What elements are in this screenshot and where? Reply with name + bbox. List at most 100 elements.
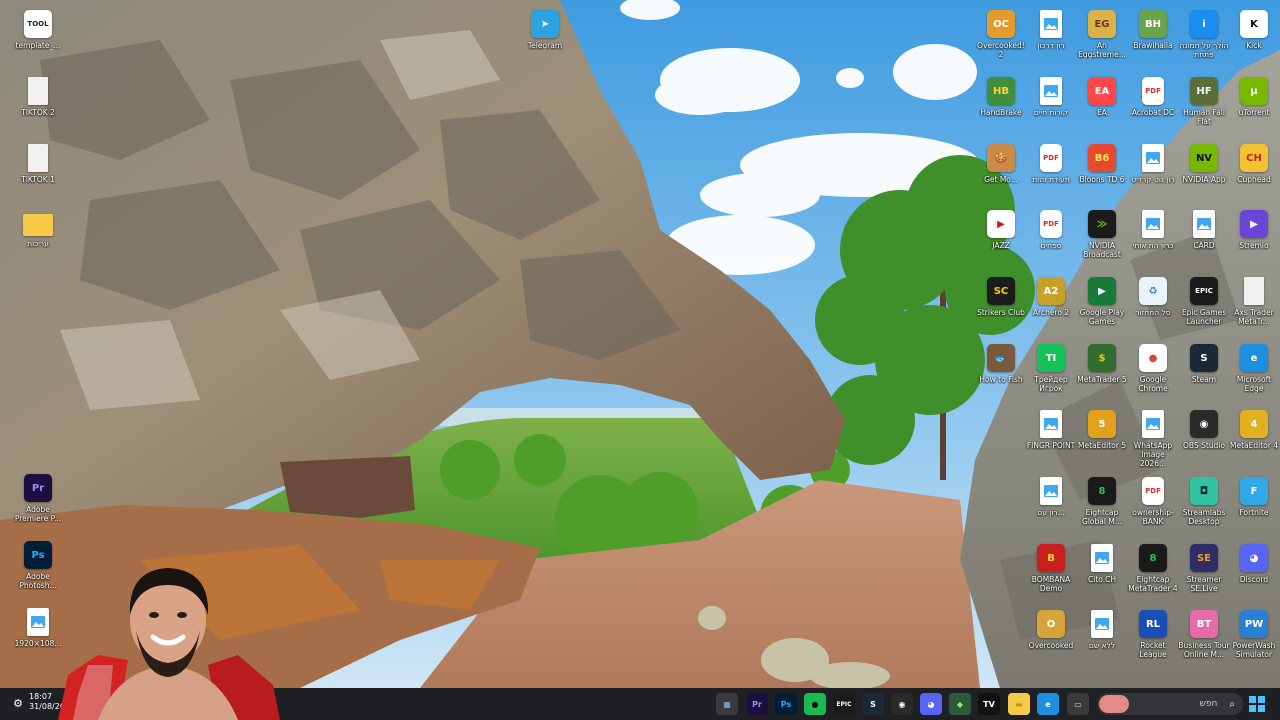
desktop-icon-premiere[interactable]: Pr Adobe Premiere P...: [12, 468, 64, 534]
desktop-icon-template[interactable]: TOOL template_...: [12, 4, 64, 70]
taskbar-app-explorer-icon[interactable]: ▬: [1008, 693, 1030, 715]
desktop-icon-fortnite[interactable]: F Fortnite: [1228, 471, 1280, 537]
desktop-icon-brawlhalla[interactable]: BH Brawlhalla: [1127, 4, 1179, 70]
pdf1-glyph: PDF: [1043, 154, 1059, 162]
desktop-icon-fingerpoint[interactable]: FINGR POINT: [1025, 404, 1077, 470]
taskbar-app-obs-icon[interactable]: ◉: [891, 693, 913, 715]
desktop-icon-overcooked[interactable]: O Overcooked: [1025, 604, 1077, 670]
desktop-icon-photoshop[interactable]: Ps Adobe Photosh...: [12, 535, 64, 601]
desktop-icon-recycle[interactable]: ♻ סל המחזור: [1127, 271, 1179, 337]
desktop-icon-jazz[interactable]: ▶ JAZZ: [975, 204, 1027, 270]
taskbar-app-photoshop-icon[interactable]: Ps: [775, 693, 797, 715]
trader-glyph: TI: [1045, 352, 1057, 364]
desktop-icon-streamerbot[interactable]: SE Streamer SE.Live: [1178, 538, 1230, 604]
desktop-icon-nvbroadcast[interactable]: ≫ NVIDIA Broadcast: [1076, 204, 1128, 270]
desktop-icon-steam[interactable]: S Steam: [1178, 338, 1230, 404]
folder-icon: [23, 214, 53, 236]
taskbar-app-steam-icon[interactable]: S: [862, 693, 884, 715]
desktop-icon-label: NVIDIA App: [1182, 175, 1226, 184]
desktop-icon-doc2[interactable]: קורות חיים: [1025, 71, 1077, 137]
desktop-icon-cuphead[interactable]: CH Cuphead: [1228, 138, 1280, 204]
desktop-icon-axs[interactable]: Axs Trader MetaTr...: [1228, 271, 1280, 337]
desktop-icon-epic[interactable]: EPIC Epic Games Launcher: [1178, 271, 1230, 337]
taskbar-app-spotify-icon[interactable]: ●: [804, 693, 826, 715]
desktop-icon-label: Kick: [1246, 41, 1262, 50]
desktop-icon-powerwash[interactable]: PW PowerWash Simulator: [1228, 604, 1280, 670]
desktop-icon-metaeditor5[interactable]: 5 MetaEditor 5: [1076, 404, 1128, 470]
start-button[interactable]: [1249, 696, 1265, 712]
taskbar-app-edge-icon[interactable]: e: [1037, 693, 1059, 715]
epic-glyph: EPIC: [1195, 287, 1213, 295]
desktop-icon-label: TIKTOK 1: [21, 175, 55, 184]
taskbar-app-app13-icon[interactable]: ▭: [1067, 693, 1089, 715]
desktop-icon-doc7[interactable]: ללא שם: [1076, 604, 1128, 670]
desktop-icon-bloons[interactable]: B6 Bloons TD 6: [1076, 138, 1128, 204]
desktop-icon-egg[interactable]: EG An Eggstreme...: [1076, 4, 1128, 70]
desktop-icon-card[interactable]: CARD: [1178, 204, 1230, 270]
desktop-icon-utorrent[interactable]: µ uTorrent: [1228, 71, 1280, 137]
desktop-icon-pdf1[interactable]: PDF תעודת זהות: [1025, 138, 1077, 204]
desktop-icon-getmonk[interactable]: 🍪 Get Mo...: [975, 138, 1027, 204]
taskbar-app-app9-icon[interactable]: ◆: [949, 693, 971, 715]
desktop-icon-eightcap[interactable]: 8 Eightcap Global M...: [1076, 471, 1128, 537]
desktop-icon-howtofish[interactable]: 🐟 How to Fish: [975, 338, 1027, 404]
desktop-icon-archero2[interactable]: A2 Archero 2: [1025, 271, 1077, 337]
notification-icon[interactable]: ⚙: [10, 696, 26, 712]
desktop-icon-ea[interactable]: EA EA: [1076, 71, 1128, 137]
desktop-icon-streamlabs[interactable]: ◘ Streamlabs Desktop: [1178, 471, 1230, 537]
desktop-icon-stremio[interactable]: ▶ Stremio: [1228, 204, 1280, 270]
brawlhalla-icon: BH: [1139, 10, 1167, 38]
desktop-icon-img1920[interactable]: 1920×108...: [12, 602, 64, 668]
desktop-icon-metaeditor[interactable]: 4 MetaEditor 4: [1228, 404, 1280, 470]
axs-icon: [1244, 277, 1264, 305]
telegram-glyph: ➤: [540, 18, 550, 30]
desktop-icon-nvidia[interactable]: NV NVIDIA App: [1178, 138, 1230, 204]
desktop-icon-tiktok1[interactable]: TIKTOK 1: [12, 138, 64, 204]
desktop-icon-doc6[interactable]: Cito.CH: [1076, 538, 1128, 604]
desktop-icon-telegram[interactable]: ➤ Telegram: [519, 4, 571, 70]
desktop-icon-trader[interactable]: TI Трейдер Игрок: [1025, 338, 1077, 404]
desktop-icon-strikers[interactable]: SC Strikers Club: [975, 271, 1027, 337]
desktop-icon-rocket[interactable]: RL Rocket League: [1127, 604, 1179, 670]
taskbar-app-epic-icon[interactable]: EPIC: [833, 693, 855, 715]
taskbar-app-tradingview-icon[interactable]: TV: [978, 693, 1000, 715]
desktop-icon-whatsimg[interactable]: WhatsApp Image 2026...: [1127, 404, 1179, 470]
desktop-icon-kick[interactable]: K Kick: [1228, 4, 1280, 70]
taskbar-app-premiere-icon[interactable]: Pr: [746, 693, 768, 715]
desktop-icon-folder[interactable]: עריכות: [12, 204, 64, 270]
taskbar-app-calculator-icon[interactable]: ▦: [716, 693, 738, 715]
desktop-icon-label: Discord: [1239, 575, 1269, 584]
desktop-icon-mt5[interactable]: $ MetaTrader 5: [1076, 338, 1128, 404]
desktop-icon-label: Archero 2: [1032, 308, 1070, 317]
desktop-icon-ownership[interactable]: PDF ownership-BANK: [1127, 471, 1179, 537]
desktop-icon-label: WhatsApp Image 2026...: [1133, 441, 1173, 468]
desktop-icon-doc5[interactable]: רון עם...: [1025, 471, 1077, 537]
desktop-icon-business[interactable]: BT Business Tour Online M...: [1178, 604, 1230, 670]
desktop-icon-doc4[interactable]: כרון הת אותי: [1127, 204, 1179, 270]
desktop-icon-acrobat[interactable]: PDF Acrobat DC: [1127, 71, 1179, 137]
desktop-icon-edge[interactable]: e Microsoft Edge: [1228, 338, 1280, 404]
desktop-icon-photo[interactable]: i הולך על תמונה פתחת: [1178, 4, 1230, 70]
fingerpoint-icon: [1040, 410, 1062, 438]
desktop-icon-ron1[interactable]: רון דרכון: [1025, 4, 1077, 70]
desktop-icon-discord[interactable]: ◕ Discord: [1228, 538, 1280, 604]
desktop-icon-handbrake[interactable]: HB HandBrake: [975, 71, 1027, 137]
desktop-icon-chrome[interactable]: ● Google Chrome: [1127, 338, 1179, 404]
desktop-icon-pdf2[interactable]: PDF ספחים: [1025, 204, 1077, 270]
desktop-icon-googleplay[interactable]: ▶ Google Play Games: [1076, 271, 1128, 337]
taskbar-app-glyph: EPIC: [836, 700, 852, 708]
desktop-icon-obs[interactable]: ◉ OBS Studio: [1178, 404, 1230, 470]
desktop-icon-label: OBS Studio: [1183, 441, 1225, 450]
taskbar-app-discord-icon[interactable]: ◕: [920, 693, 942, 715]
taskbar-search[interactable]: חפש ⌕: [1097, 693, 1243, 715]
desktop-icon-tiktok2[interactable]: TIKTOK 2: [12, 71, 64, 137]
desktop-icon-eightcap4[interactable]: 8 Eightcap MetaTrader 4: [1127, 538, 1179, 604]
desktop-icon-doc3[interactable]: רון נוט קרדיט: [1127, 138, 1179, 204]
desktop-icon-label: CARD: [1193, 241, 1215, 250]
desktop-icon-bombana[interactable]: B BOMBANA Demo: [1025, 538, 1077, 604]
desktop-icon-humanfall[interactable]: HF Human Fall Flat: [1178, 71, 1230, 137]
desktop-icon-label: ownership-BANK: [1132, 508, 1174, 526]
doc5-icon: [1040, 477, 1062, 505]
desktop-icon-overcooked2[interactable]: OC Overcooked! 2: [975, 4, 1027, 70]
googleplay-icon: ▶: [1088, 277, 1116, 305]
